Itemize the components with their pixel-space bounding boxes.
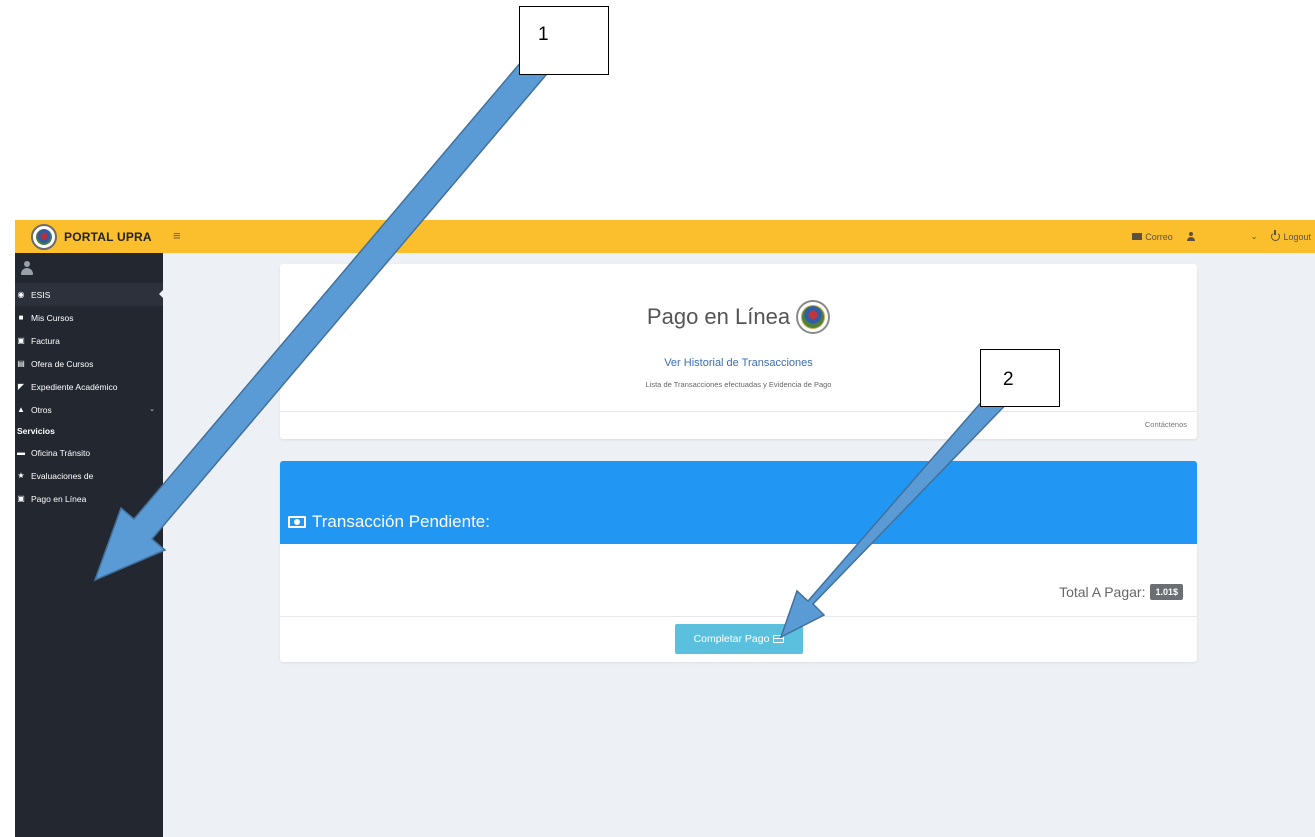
sidebar-item-label: Evaluaciones de <box>31 470 94 481</box>
annotation-label-1-text: 1 <box>538 24 549 45</box>
complete-payment-label: Completar Pago <box>693 633 770 645</box>
calendar-icon: ▤ <box>17 358 25 368</box>
transaction-header: Transacción Pendiente: <box>280 461 1197 544</box>
brand[interactable]: PORTAL UPRA <box>15 220 163 253</box>
sidebar-item-label: Mis Cursos <box>31 312 74 323</box>
transaction-title-label: Transacción Pendiente: <box>312 512 490 531</box>
sidebar-item-oficina-transito[interactable]: ▬ Oficina Tránsito <box>15 441 163 464</box>
screenshot-canvas: PORTAL UPRA ≡ Correo ⌄ Logout ◉ ESIS ■ M… <box>0 0 1315 837</box>
user-icon <box>1186 232 1195 241</box>
title-row: Pago en Línea <box>280 300 1197 334</box>
upra-seal-icon <box>796 300 831 334</box>
page-title: Pago en Línea <box>646 304 791 329</box>
card-divider <box>280 411 1197 412</box>
sidebar-item-esis[interactable]: ◉ ESIS <box>15 283 163 306</box>
hamburger-icon[interactable]: ≡ <box>173 229 181 243</box>
annotation-label-1: 1 <box>519 6 609 75</box>
correo-label: Correo <box>1145 231 1173 242</box>
user-dropdown-toggle[interactable]: ⌄ <box>1251 232 1258 241</box>
sidebar-item-label: Otros <box>31 404 52 415</box>
upra-seal-icon <box>31 223 57 250</box>
annotation-label-2: 2 <box>980 349 1060 407</box>
brand-name: PORTAL UPRA <box>64 229 152 244</box>
sidebar-item-evaluaciones[interactable]: ★ Evaluaciones de <box>15 464 163 487</box>
sidebar-item-oferta-cursos[interactable]: ▤ Ofera de Cursos <box>15 352 163 375</box>
complete-payment-button[interactable]: Completar Pago <box>675 624 803 654</box>
contact-link[interactable]: Contáctenos <box>1145 420 1187 429</box>
chevron-down-icon: ⌄ <box>149 406 155 413</box>
car-icon: ▬ <box>17 447 25 457</box>
sidebar-section-servicios: Servicios <box>17 426 55 436</box>
total-row: Total A Pagar: 1.01$ <box>1059 584 1183 600</box>
sidebar-item-label: Oficina Tránsito <box>31 447 91 458</box>
sidebar-item-expediente[interactable]: ◤ Expediente Académico <box>15 375 163 398</box>
card-divider <box>280 616 1197 617</box>
main-content: Pago en Línea Ver Historial de Transacci… <box>163 253 1315 837</box>
book-icon: ■ <box>18 312 24 322</box>
logout-label: Logout <box>1283 231 1311 242</box>
sidebar-item-label: Factura <box>31 335 60 346</box>
sidebar-item-pago-en-linea[interactable]: ▣ Pago en Línea <box>15 487 163 510</box>
dashboard-icon: ◉ <box>17 289 25 299</box>
money-icon: ▣ <box>17 493 25 503</box>
top-navbar: PORTAL UPRA ≡ Correo ⌄ Logout <box>15 220 1315 253</box>
user-avatar-icon <box>21 261 33 275</box>
mail-icon <box>1132 233 1143 240</box>
chevron-down-icon: ⌄ <box>1250 232 1258 241</box>
sidebar-item-mis-cursos[interactable]: ■ Mis Cursos <box>15 306 163 329</box>
top-right-menu: Correo ⌄ Logout <box>1132 220 1311 253</box>
total-amount-badge: 1.01$ <box>1150 584 1183 600</box>
credit-card-icon <box>773 635 785 643</box>
money-icon <box>288 516 306 528</box>
correo-link[interactable]: Correo <box>1132 232 1173 242</box>
annotation-label-2-text: 2 <box>1003 369 1014 390</box>
book-open-icon: ◤ <box>17 381 25 391</box>
sitemap-icon: ▲ <box>17 404 25 414</box>
sidebar: ◉ ESIS ■ Mis Cursos ▣ Factura ▤ Ofera de… <box>15 253 163 837</box>
sidebar-item-factura[interactable]: ▣ Factura <box>15 329 163 352</box>
user-menu[interactable] <box>1186 232 1195 241</box>
power-icon <box>1271 230 1281 241</box>
pending-transaction-card: Transacción Pendiente: Total A Pagar: 1.… <box>280 461 1197 662</box>
total-label: Total A Pagar: <box>1059 584 1146 600</box>
money-icon: ▣ <box>17 335 25 345</box>
transaction-title: Transacción Pendiente: <box>288 512 490 532</box>
star-icon: ★ <box>17 470 25 480</box>
sidebar-item-label: Pago en Línea <box>31 493 87 504</box>
sidebar-item-otros[interactable]: ▲ Otros ⌄ <box>15 398 163 421</box>
sidebar-user[interactable] <box>15 253 163 283</box>
sidebar-item-label: Ofera de Cursos <box>31 358 94 369</box>
logout-link[interactable]: Logout <box>1271 230 1311 242</box>
sidebar-item-label: Expediente Académico <box>31 381 118 392</box>
sidebar-item-label: ESIS <box>31 289 51 300</box>
